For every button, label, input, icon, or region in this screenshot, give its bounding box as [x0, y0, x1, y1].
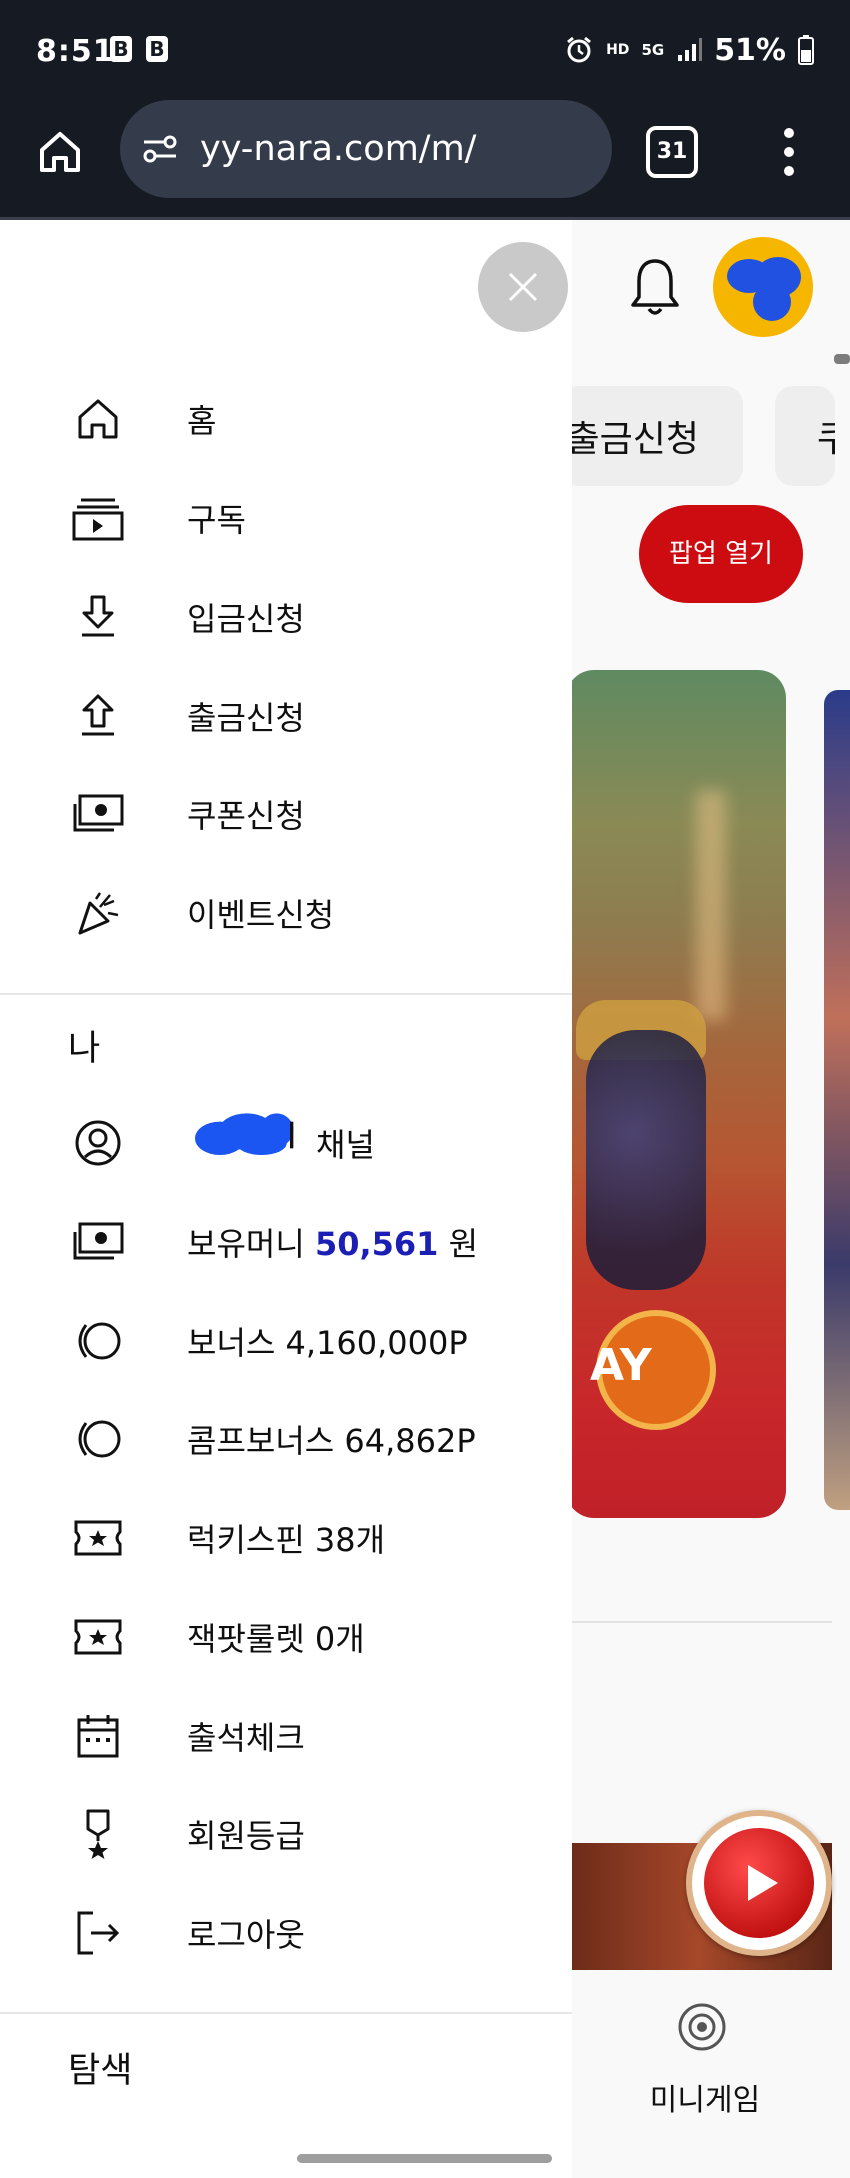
nav-label: 럭키스핀 38개 — [187, 1521, 386, 1559]
gesture-home-indicator[interactable] — [297, 2154, 552, 2163]
promo-banner[interactable]: AY — [566, 670, 786, 1518]
address-bar[interactable]: yy-nara.com/m/ — [120, 100, 612, 198]
balance-label: 보유머니 50,561 원 — [187, 1219, 478, 1265]
close-drawer-button[interactable] — [478, 242, 568, 332]
download-icon — [68, 587, 128, 647]
nav-item-jackpot-roulette[interactable]: 잭팟룰렛 0개 — [0, 1602, 572, 1672]
section-title-me: 나 — [68, 1029, 101, 1069]
nav-label: 출금신청 — [187, 699, 305, 737]
balance-title: 보유머니 — [187, 1225, 305, 1263]
home-icon — [68, 389, 128, 449]
banner-character — [586, 1030, 706, 1290]
nav-label: 홈 — [187, 402, 217, 440]
browser-home-button[interactable] — [30, 122, 90, 182]
avatar-shape — [753, 283, 791, 321]
play-floating-button[interactable] — [686, 1810, 832, 1956]
cash-icon — [68, 1212, 128, 1272]
nav-label: 이벤트신청 — [187, 896, 335, 934]
calendar-icon — [68, 1706, 128, 1766]
coin-stack-icon — [68, 1311, 128, 1371]
nav-label: 구독 — [187, 501, 246, 539]
open-popup-button[interactable]: 팝업 열기 — [639, 505, 803, 603]
nav-item-attendance[interactable]: 출석체크 — [0, 1701, 572, 1771]
home-icon — [40, 132, 80, 172]
chip-coupon[interactable]: 쿠 — [775, 386, 835, 486]
status-bar: 8:51 B B HD 5G 51% — [0, 0, 850, 98]
party-popper-icon — [68, 883, 128, 943]
nav-label: 회원등급 — [187, 1817, 305, 1855]
nav-label: 출석체크 — [187, 1719, 305, 1757]
balance-unit: 원 — [448, 1225, 479, 1263]
play-icon — [704, 1828, 814, 1938]
alarm-icon — [567, 36, 592, 63]
banner-text: AY — [590, 1340, 652, 1391]
tab-switcher-button[interactable]: 31 — [646, 126, 698, 178]
notification-badge-icon: B — [110, 36, 132, 62]
section-title-explore: 탐색 — [68, 2051, 133, 2091]
nav-label: 로그아웃 — [187, 1916, 305, 1954]
divider — [0, 2012, 572, 2014]
signal-icon — [678, 38, 703, 61]
nav-item-coupon[interactable]: 쿠폰신청 — [0, 779, 572, 849]
divider — [0, 993, 572, 995]
dot — [784, 128, 794, 138]
hd-voice-icon: HD — [606, 42, 630, 58]
dot — [784, 166, 794, 176]
logout-icon — [68, 1903, 128, 1963]
browser-menu-button[interactable] — [774, 124, 804, 180]
coin-stack-icon — [68, 1409, 128, 1469]
channel-label: 채널 — [316, 1126, 375, 1164]
network-5g-icon: 5G — [641, 40, 665, 59]
medal-icon — [68, 1804, 128, 1864]
nav-label: 잭팟룰렛 0개 — [187, 1620, 365, 1658]
next-banner-peek[interactable] — [824, 690, 850, 1510]
nav-item-deposit[interactable]: 입금신청 — [0, 582, 572, 652]
subscriptions-icon — [68, 488, 128, 548]
minigame-label[interactable]: 미니게임 — [620, 2075, 790, 2119]
nav-item-home[interactable]: 홈 — [0, 384, 572, 454]
nav-item-lucky-spin[interactable]: 럭키스핀 38개 — [0, 1503, 572, 1573]
scroll-indicator — [834, 354, 850, 364]
nav-item-event[interactable]: 이벤트신청 — [0, 878, 572, 948]
avatar[interactable] — [713, 237, 813, 337]
cash-icon — [68, 784, 128, 844]
minigame-icon[interactable] — [677, 2002, 727, 2052]
notification-badge-icon: B — [146, 36, 168, 62]
battery-percent: 51% — [714, 32, 786, 68]
banner-decoration — [696, 790, 726, 1020]
status-icons: HD 5G 51% — [564, 32, 814, 68]
nav-item-balance[interactable]: 보유머니 50,561 원 — [0, 1207, 572, 1277]
upload-icon — [68, 686, 128, 746]
status-time: 8:51 — [36, 34, 115, 69]
chip-withdraw[interactable]: 출금신청 — [560, 386, 743, 486]
side-drawer: 홈 구독 입금신청 출금신청 쿠폰신청 이벤트신청 나 채널 보유머니 50,5… — [0, 220, 572, 2178]
account-circle-icon — [68, 1113, 128, 1173]
ticket-icon — [68, 1607, 128, 1667]
nav-item-membership-level[interactable]: 회원등급 — [0, 1799, 572, 1869]
nav-label: 콤프보너스 64,862P — [187, 1422, 476, 1460]
ticket-icon — [68, 1508, 128, 1568]
url-text: yy-nara.com/m/ — [200, 129, 477, 169]
balance-amount: 50,561 — [314, 1225, 439, 1263]
dot — [784, 147, 794, 157]
nav-item-bonus[interactable]: 보너스 4,160,000P — [0, 1306, 572, 1376]
nav-item-comp-bonus[interactable]: 콤프보너스 64,862P — [0, 1404, 572, 1474]
nav-label: 쿠폰신청 — [187, 797, 305, 835]
nav-item-my-channel[interactable]: 채널 — [0, 1108, 572, 1178]
notifications-bell-icon[interactable] — [628, 255, 682, 319]
close-icon — [508, 272, 538, 302]
nav-label: 보너스 4,160,000P — [187, 1324, 468, 1362]
nav-item-subscriptions[interactable]: 구독 — [0, 483, 572, 553]
nav-item-withdraw[interactable]: 출금신청 — [0, 681, 572, 751]
redacted-name-blot — [195, 1113, 294, 1155]
battery-icon — [798, 35, 814, 65]
screen: 8:51 B B HD 5G 51% yy-nara.com/m/ 31 출금신… — [0, 0, 850, 2178]
divider — [566, 1621, 832, 1623]
nav-item-logout[interactable]: 로그아웃 — [0, 1898, 572, 1968]
site-settings-icon — [143, 135, 177, 163]
browser-toolbar: yy-nara.com/m/ 31 — [0, 98, 850, 220]
nav-label: 입금신청 — [187, 600, 305, 638]
